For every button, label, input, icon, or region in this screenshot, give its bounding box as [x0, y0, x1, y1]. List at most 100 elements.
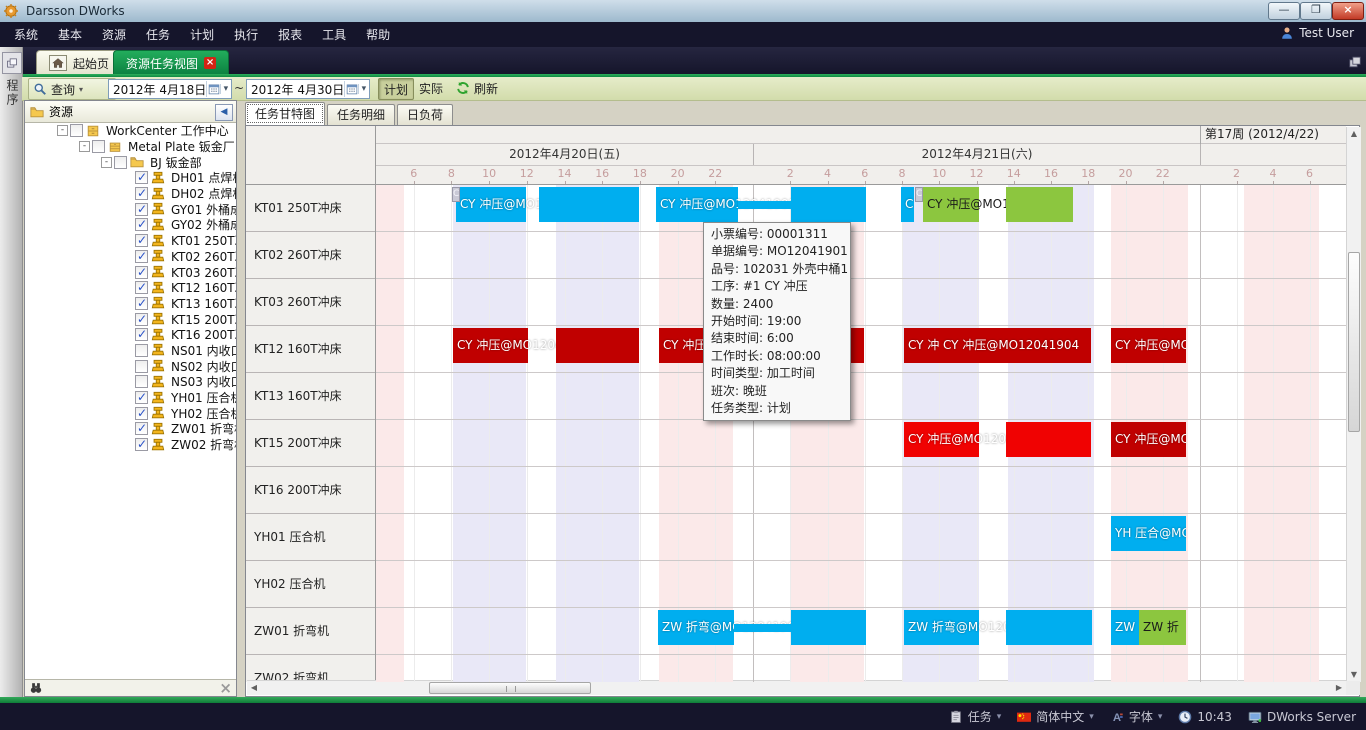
- tree-node[interactable]: KT13 160T冲床: [25, 296, 236, 312]
- tree-checkbox[interactable]: [135, 203, 148, 216]
- tree-node[interactable]: GY01 外桶成型机: [25, 201, 236, 217]
- panel-close-icon[interactable]: ×: [219, 679, 232, 697]
- tree-node[interactable]: KT01 250T冲床: [25, 233, 236, 249]
- tree-node[interactable]: YH02 压合机: [25, 405, 236, 421]
- menu-item-报表[interactable]: 报表: [278, 26, 302, 43]
- minimize-button[interactable]: —: [1268, 2, 1300, 20]
- tree-checkbox[interactable]: [135, 391, 148, 404]
- tree-checkbox[interactable]: [135, 187, 148, 200]
- tree-checkbox[interactable]: [135, 234, 148, 247]
- tree-node[interactable]: DH02 点焊机: [25, 186, 236, 202]
- gantt-tab-1[interactable]: 任务明细: [327, 104, 395, 125]
- task-bar[interactable]: CY 冲压@MO12041904: [939, 328, 1091, 363]
- task-bar[interactable]: CY 冲压@MO12041904: [453, 328, 528, 363]
- menu-item-资源[interactable]: 资源: [102, 26, 126, 43]
- gantt-body[interactable]: CCY 冲压@MO12041901CY 冲压@MO12041901CCCY 冲压…: [376, 185, 1346, 682]
- task-bar[interactable]: [539, 187, 639, 222]
- tree-checkbox[interactable]: [135, 375, 148, 388]
- menu-item-计划[interactable]: 计划: [190, 26, 214, 43]
- gantt-tab-0[interactable]: 任务甘特图: [245, 102, 325, 125]
- scroll-down-icon[interactable]: ▼: [1347, 668, 1361, 682]
- tree-node[interactable]: DH01 点焊机: [25, 170, 236, 186]
- tab-resource-task-view[interactable]: 资源任务视图 ×: [113, 50, 229, 75]
- task-bar[interactable]: CY 冲压@MO12041901: [456, 187, 526, 222]
- tab-home-page[interactable]: 起始页: [36, 50, 122, 75]
- status-item-clipboard[interactable]: 任务▾: [949, 708, 1002, 725]
- window-list-icon[interactable]: [1348, 55, 1362, 69]
- date-from-value[interactable]: 2012年 4月18日: [109, 81, 206, 98]
- vertical-scrollbar[interactable]: ▲ ▼: [1346, 127, 1361, 682]
- tree-checkbox[interactable]: [70, 124, 83, 137]
- tree-node[interactable]: GY02 外桶成型机: [25, 217, 236, 233]
- tree-checkbox[interactable]: [135, 422, 148, 435]
- refresh-button[interactable]: 刷新: [454, 78, 522, 98]
- task-bar[interactable]: CY 冲压@MO12041901: [656, 187, 738, 222]
- task-bar[interactable]: CY 冲压@MO12041902: [923, 187, 979, 222]
- date-to-field[interactable]: 2012年 4月30日 ▾: [246, 79, 370, 99]
- tree-checkbox[interactable]: [135, 344, 148, 357]
- menu-item-基本[interactable]: 基本: [58, 26, 82, 43]
- tree-node[interactable]: YH01 压合机: [25, 390, 236, 406]
- menu-item-帮助[interactable]: 帮助: [366, 26, 390, 43]
- tree-node[interactable]: KT12 160T冲床: [25, 280, 236, 296]
- scroll-left-icon[interactable]: ◀: [247, 681, 261, 695]
- tree-expander-icon[interactable]: -: [57, 125, 68, 136]
- task-bar[interactable]: CY 冲压@MO1: [1111, 328, 1186, 363]
- task-bar[interactable]: [1006, 610, 1092, 645]
- bar-drag-handle[interactable]: C: [915, 187, 923, 202]
- tree-checkbox[interactable]: [135, 297, 148, 310]
- tree-checkbox[interactable]: [135, 218, 148, 231]
- program-panel-label[interactable]: 程序: [4, 79, 21, 107]
- gantt-tab-2[interactable]: 日负荷: [397, 104, 453, 125]
- maximize-button[interactable]: ❐: [1300, 2, 1332, 20]
- tree-expander-icon[interactable]: -: [101, 157, 112, 168]
- tree-node[interactable]: KT15 200T冲床: [25, 311, 236, 327]
- tree-node[interactable]: NS02 内收口机: [25, 358, 236, 374]
- task-bar[interactable]: [791, 610, 866, 645]
- task-bar[interactable]: [791, 187, 866, 222]
- tree-node[interactable]: KT03 260T冲床: [25, 264, 236, 280]
- task-bar[interactable]: C: [901, 187, 914, 222]
- task-bar[interactable]: ZW 折弯@MO12041901: [658, 610, 734, 645]
- tree-node[interactable]: NS01 内收口机: [25, 343, 236, 359]
- task-bar[interactable]: [556, 328, 639, 363]
- find-icon[interactable]: [29, 681, 43, 695]
- tree-checkbox[interactable]: [135, 281, 148, 294]
- menu-item-工具[interactable]: 工具: [322, 26, 346, 43]
- tree-checkbox[interactable]: [135, 328, 148, 341]
- task-bar[interactable]: [1006, 187, 1073, 222]
- task-bar[interactable]: YH 压合@MO1: [1111, 516, 1186, 551]
- status-item-fontA[interactable]: 字体▾: [1110, 708, 1163, 725]
- tree-node[interactable]: -WorkCenter 工作中心: [25, 123, 236, 139]
- vertical-scroll-thumb[interactable]: [1348, 252, 1360, 432]
- tree-checkbox[interactable]: [135, 407, 148, 420]
- menu-item-任务[interactable]: 任务: [146, 26, 170, 43]
- task-bar[interactable]: ZW: [1111, 610, 1139, 645]
- date-from-caret-icon[interactable]: ▾: [220, 84, 231, 94]
- menu-item-系统[interactable]: 系统: [14, 26, 38, 43]
- tree-checkbox[interactable]: [135, 313, 148, 326]
- horizontal-scroll-thumb[interactable]: [429, 682, 591, 694]
- query-button[interactable]: 查询 ▾: [28, 78, 116, 100]
- date-from-field[interactable]: 2012年 4月18日 ▾: [108, 79, 232, 99]
- collapse-panel-button[interactable]: ◀: [215, 104, 233, 121]
- date-to-caret-icon[interactable]: ▾: [358, 84, 369, 94]
- tree-checkbox[interactable]: [135, 360, 148, 373]
- calendar-icon[interactable]: [206, 81, 220, 97]
- plan-toggle-button[interactable]: 计划: [378, 78, 414, 100]
- horizontal-scrollbar[interactable]: ◀ ▶: [247, 680, 1346, 695]
- tree-checkbox[interactable]: [135, 438, 148, 451]
- tree-node[interactable]: KT02 260T冲床: [25, 249, 236, 265]
- tree-node[interactable]: NS03 内收口机: [25, 374, 236, 390]
- tree-checkbox[interactable]: [135, 266, 148, 279]
- collapsed-panel-strip[interactable]: 程序: [0, 47, 23, 697]
- actual-toggle-button[interactable]: 实际: [414, 78, 448, 98]
- tree-node[interactable]: KT16 200T冲床: [25, 327, 236, 343]
- date-to-value[interactable]: 2012年 4月30日: [247, 81, 344, 98]
- scroll-up-icon[interactable]: ▲: [1347, 127, 1361, 141]
- task-bar[interactable]: CY 冲压@MO12041903: [904, 422, 979, 457]
- task-bar[interactable]: ZW 折弯@MO12041901: [904, 610, 979, 645]
- tree-checkbox[interactable]: [135, 171, 148, 184]
- user-box[interactable]: Test User: [1280, 26, 1354, 40]
- status-item-monitor[interactable]: DWorks Server: [1248, 710, 1356, 724]
